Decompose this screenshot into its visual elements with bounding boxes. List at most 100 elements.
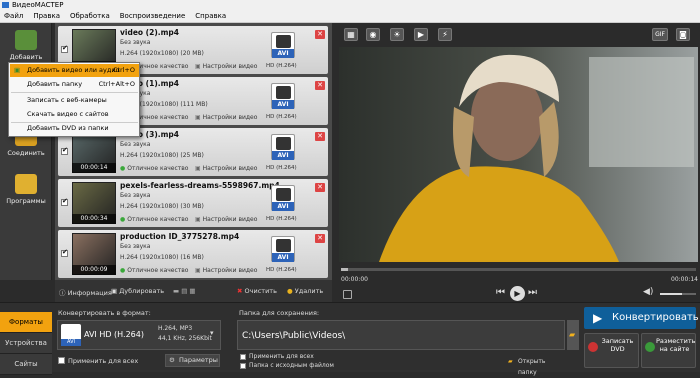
- snapshot-icon[interactable]: [343, 290, 352, 299]
- file-audio: Без звука: [120, 192, 151, 199]
- source-folder-checkbox[interactable]: [240, 363, 246, 369]
- add-video-icon: ▣: [14, 66, 21, 74]
- menu-item[interactable]: Записать с веб-камеры: [10, 94, 139, 107]
- publish-icon: [645, 342, 655, 352]
- apply-all-label: Применить для всех: [68, 357, 139, 365]
- file-checkbox[interactable]: [61, 146, 68, 155]
- file-name: video (2).mp4: [120, 28, 180, 37]
- menu-playback[interactable]: Воспроизведение: [120, 12, 186, 20]
- output-format-badge[interactable]: AVI: [271, 185, 295, 211]
- file-checkbox[interactable]: [61, 44, 68, 53]
- menu-help[interactable]: Справка: [195, 12, 226, 20]
- file-info: H.264 (1920x1080) (20 MB): [120, 50, 204, 57]
- apply-all2-checkbox[interactable]: [240, 354, 246, 360]
- view-toggle-icon[interactable]: ▬ ▤ ▦: [173, 287, 196, 295]
- brightness-icon[interactable]: ☀: [390, 28, 404, 41]
- file-checkbox[interactable]: [61, 248, 68, 257]
- volume-slider[interactable]: [660, 293, 696, 295]
- quality-button[interactable]: Отличное качество: [120, 165, 188, 172]
- speed-icon[interactable]: ⚡: [438, 28, 452, 41]
- output-format-badge[interactable]: AVI: [271, 32, 295, 58]
- menu-separator: [11, 92, 138, 93]
- prev-frame-icon[interactable]: ⏮: [496, 287, 505, 298]
- browse-folder-button[interactable]: ▰: [567, 320, 579, 350]
- file-codec: HD (H.264): [266, 267, 297, 273]
- params-button[interactable]: ⚙ Параметры: [165, 354, 220, 367]
- gif-label: GIF: [655, 31, 665, 38]
- publish-button[interactable]: Разместить на сайте: [641, 333, 696, 368]
- screenshot-icon[interactable]: ◙: [676, 28, 690, 41]
- chevron-down-icon[interactable]: ▾: [210, 329, 214, 337]
- source-folder-label: Папка с исходным файлом: [249, 362, 334, 369]
- apply-all-checkbox[interactable]: [58, 357, 65, 364]
- menu-item[interactable]: Скачать видео с сайтов: [10, 108, 139, 121]
- remove-file-icon[interactable]: ✕: [315, 132, 325, 141]
- output-format-badge[interactable]: AVI: [271, 134, 295, 160]
- file-row[interactable]: 00:00:09 production ID_3775278.mp4 Без зву…: [58, 230, 328, 278]
- publish-label: Разместить на сайте: [656, 337, 696, 353]
- duplicate-button[interactable]: ▣ Дублировать: [111, 287, 164, 295]
- video-settings-button[interactable]: Настройки видео: [195, 216, 258, 223]
- clear-button[interactable]: ✖ Очистить: [237, 287, 277, 295]
- menu-item-label: Добавить папку: [27, 80, 83, 88]
- volume-icon[interactable]: ◀): [643, 287, 653, 297]
- file-row[interactable]: 00:00:34 pexels-fearless-dreams-5598967.m…: [58, 179, 328, 227]
- remove-file-icon[interactable]: ✕: [315, 183, 325, 192]
- menu-item[interactable]: ▣ Добавить видео или аудио Ctrl+O: [10, 64, 139, 77]
- open-folder-button[interactable]: ▰ Открыть папку: [508, 356, 566, 376]
- menu-processing[interactable]: Обработка: [70, 12, 110, 20]
- quality-button[interactable]: Отличное качество: [120, 216, 188, 223]
- delete-button[interactable]: ● Удалить: [287, 287, 323, 295]
- format-label: AVI: [272, 253, 294, 262]
- convert-format-label: Конвертировать в формат:: [58, 309, 151, 317]
- video-settings-button[interactable]: Настройки видео: [195, 267, 258, 274]
- info-button[interactable]: ⓘ Информация: [59, 287, 112, 297]
- file-name: production ID_3775278.mp4: [120, 232, 240, 241]
- remove-file-icon[interactable]: ✕: [315, 30, 325, 39]
- play-icon[interactable]: ▶: [510, 286, 525, 301]
- save-folder-field[interactable]: C:\Users\Public\Videos\: [237, 320, 565, 350]
- format-spec-1: H.264, MP3: [158, 325, 193, 332]
- gif-button[interactable]: GIF: [652, 28, 668, 41]
- output-format-badge[interactable]: AVI: [271, 236, 295, 262]
- seek-bar[interactable]: [341, 268, 696, 271]
- next-frame-icon[interactable]: ⏭: [528, 287, 537, 298]
- menu-item[interactable]: Добавить DVD из папки: [10, 122, 139, 135]
- tab-devices[interactable]: Устройства: [0, 333, 52, 354]
- menu-item[interactable]: Добавить папку Ctrl+Alt+O: [10, 78, 139, 91]
- convert-label: Конвертировать: [612, 312, 699, 323]
- convert-button[interactable]: ▶ Конвертировать: [584, 307, 699, 329]
- format-spec-2: 44,1 KHz, 256Kbit: [158, 335, 212, 342]
- add-icon: [15, 30, 37, 50]
- menu-edit[interactable]: Правка: [33, 12, 60, 20]
- menu-item-shortcut: Ctrl+O: [112, 66, 135, 74]
- film-icon: [276, 35, 291, 48]
- list-toolbar: ⓘ Информация ▣ Дублировать ▬ ▤ ▦ ✖ Очист…: [55, 280, 332, 302]
- video-settings-button[interactable]: Настройки видео: [195, 63, 258, 70]
- file-checkbox[interactable]: [61, 197, 68, 206]
- programs-button[interactable]: Программы: [3, 171, 49, 213]
- tab-formats[interactable]: Форматы: [0, 312, 52, 333]
- quality-button[interactable]: Отличное качество: [120, 267, 188, 274]
- effects-icon[interactable]: ◉: [366, 28, 380, 41]
- open-folder-label: Открыть папку: [518, 358, 546, 376]
- bottom-panel: Форматы Устройства Сайты Конвертировать …: [0, 302, 700, 376]
- video-settings-button[interactable]: Настройки видео: [195, 114, 258, 121]
- menu-file[interactable]: Файл: [4, 12, 23, 20]
- remove-file-icon[interactable]: ✕: [315, 234, 325, 243]
- menu-item-label: Добавить видео или аудио: [27, 66, 120, 74]
- crop-icon[interactable]: ▦: [344, 28, 358, 41]
- time-end: 00:00:14: [671, 276, 698, 283]
- add-label: Добавить: [9, 53, 43, 61]
- remove-file-icon[interactable]: ✕: [315, 81, 325, 90]
- burn-dvd-button[interactable]: Записать DVD: [584, 333, 639, 368]
- video-settings-button[interactable]: Настройки видео: [195, 165, 258, 172]
- format-selector[interactable]: AVI AVI HD (H.264) H.264, MP3 44,1 KHz, …: [57, 320, 221, 350]
- video-effects-icon[interactable]: ▶: [414, 28, 428, 41]
- output-format-badge[interactable]: AVI: [271, 83, 295, 109]
- file-codec: HD (H.264): [266, 165, 297, 171]
- file-audio: Без звука: [120, 39, 151, 46]
- file-codec: HD (H.264): [266, 216, 297, 222]
- file-audio: Без звука: [120, 243, 151, 250]
- file-codec: HD (H.264): [266, 63, 297, 69]
